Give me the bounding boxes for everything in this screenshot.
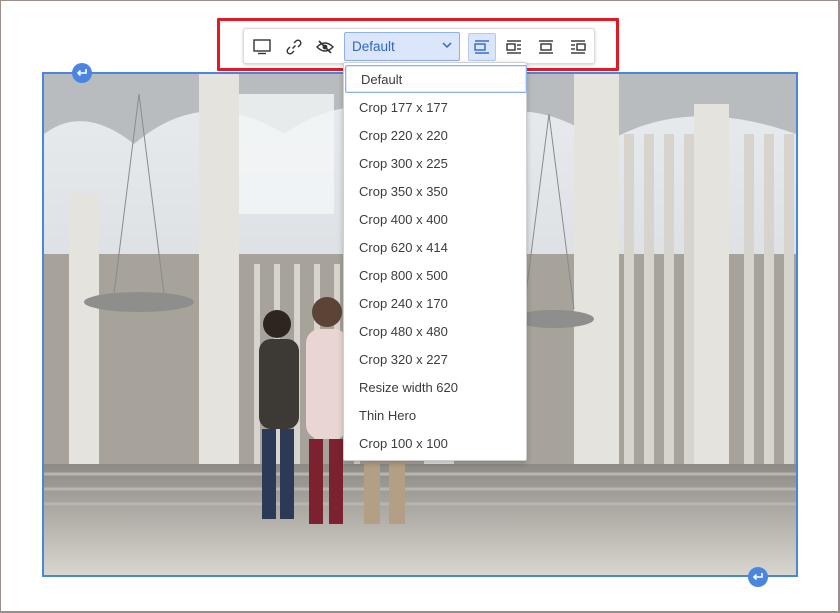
chevron-down-icon [442,42,452,49]
dropdown-item-default[interactable]: Default [345,65,527,93]
return-arrow-icon [76,69,87,77]
dropdown-item-crop-620-x-414[interactable]: Crop 620 x 414 [344,233,526,261]
dropdown-item-crop-800-x-500[interactable]: Crop 800 x 500 [344,261,526,289]
align-right-wrap-icon [571,40,586,54]
desktop-icon [253,39,271,55]
toggle-visibility-button[interactable] [311,33,339,61]
dropdown-item-crop-350-x-350[interactable]: Crop 350 x 350 [344,177,526,205]
align-center-button[interactable] [532,33,560,61]
dropdown-item-crop-240-x-170[interactable]: Crop 240 x 170 [344,289,526,317]
return-arrow-icon [752,573,763,581]
dropdown-item-crop-100-x-100[interactable]: Crop 100 x 100 [344,429,526,457]
dropdown-item-crop-320-x-227[interactable]: Crop 320 x 227 [344,345,526,373]
caption-handle-bottom[interactable] [748,567,768,587]
editor-frame: Default Default Crop 177 x 177 Crop 220 … [0,0,840,613]
dropdown-item-crop-300-x-225[interactable]: Crop 300 x 225 [344,149,526,177]
align-left-wrap-icon [506,40,521,54]
dropdown-item-crop-177-x-177[interactable]: Crop 177 x 177 [344,93,526,121]
align-center-icon [539,40,553,54]
link-icon [286,39,302,55]
image-style-dropdown: Default Crop 177 x 177 Crop 220 x 220 Crop … [343,62,527,461]
dropdown-item-crop-480-x-480[interactable]: Crop 480 x 480 [344,317,526,345]
image-style-select[interactable]: Default [344,32,460,61]
change-image-button[interactable] [248,33,276,61]
image-toolbar: Default [243,28,595,64]
image-style-value: Default [352,39,395,54]
align-none-button[interactable] [468,33,496,61]
link-button[interactable] [280,33,308,61]
dropdown-item-thin-hero[interactable]: Thin Hero [344,401,526,429]
eye-slash-icon [316,40,334,54]
align-left-wrap-button[interactable] [500,33,528,61]
dropdown-item-crop-220-x-220[interactable]: Crop 220 x 220 [344,121,526,149]
dropdown-item-resize-width-620[interactable]: Resize width 620 [344,373,526,401]
align-none-icon [474,40,489,54]
caption-handle-top[interactable] [72,63,92,83]
align-right-wrap-button[interactable] [564,33,592,61]
dropdown-item-crop-400-x-400[interactable]: Crop 400 x 400 [344,205,526,233]
